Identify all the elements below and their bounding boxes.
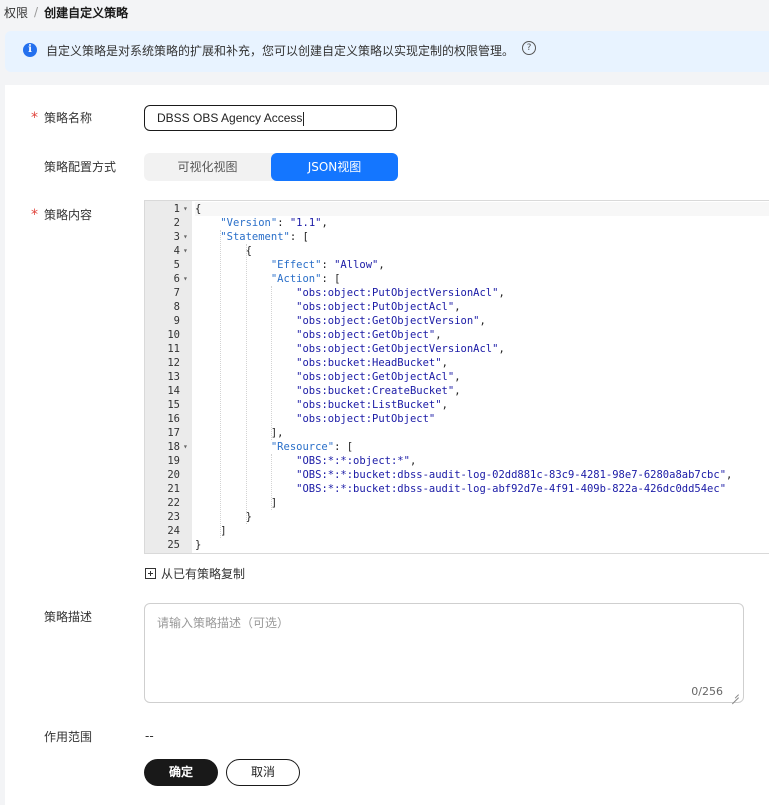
policy-content-label: * 策略内容 [31, 207, 93, 223]
code-line: "obs:object:GetObject", [296, 329, 442, 341]
line-number: 11 [167, 343, 180, 355]
line-number: 9 [173, 315, 180, 327]
line-number: 20 [167, 469, 180, 481]
indent-guide [270, 454, 272, 510]
line-number: 4 [173, 245, 180, 257]
fold-arrow-icon[interactable]: ▾ [183, 244, 191, 258]
fold-arrow-icon[interactable]: ▾ [183, 440, 191, 454]
code-line: "OBS:*:*:bucket:dbss-audit-log-abf92d7e-… [296, 483, 727, 495]
line-number: 24 [167, 525, 180, 537]
code-line: "obs:object:PutObjectVersionAcl", [296, 287, 505, 299]
breadcrumb-separator: / [34, 5, 39, 19]
policy-desc-textarea[interactable]: 请输入策略描述（可选） 0/256 [144, 603, 744, 703]
code-line: } [195, 511, 252, 523]
code-line: "Action": [ [270, 273, 341, 285]
line-number: 13 [167, 371, 180, 383]
policy-desc-label: 策略描述 [44, 610, 93, 624]
line-number: 2 [173, 217, 180, 229]
add-box-icon [145, 567, 156, 579]
code-line: "obs:bucket:HeadBucket", [296, 357, 448, 369]
line-number: 18 [167, 441, 180, 453]
line-number: 16 [167, 413, 180, 425]
line-number: 19 [167, 455, 180, 467]
scope-label: 作用范围 [44, 730, 93, 744]
line-number: 8 [173, 301, 180, 313]
code-line: "obs:bucket:ListBucket", [296, 399, 448, 411]
indent-guide [270, 286, 272, 440]
tab-visual-view[interactable]: 可视化视图 [144, 153, 271, 181]
code-line: "obs:object:PutObjectAcl", [296, 301, 461, 313]
line-number: 15 [167, 399, 180, 411]
fold-arrow-icon[interactable]: ▾ [183, 272, 191, 286]
line-number: 22 [167, 497, 180, 509]
required-mark: * [31, 207, 38, 223]
code-line: "OBS:*:*:bucket:dbss-audit-log-02dd881c-… [296, 469, 733, 481]
indent-guide [220, 230, 222, 538]
char-count: 0/256 [691, 685, 723, 698]
code-line: "obs:object:GetObjectAcl", [296, 371, 461, 383]
breadcrumb-parent[interactable]: 权限 [4, 4, 28, 21]
line-number: 6 [173, 273, 180, 285]
copy-from-existing-policy-link[interactable]: 从已有策略复制 [145, 565, 245, 581]
info-icon: i [23, 43, 37, 57]
config-mode-toggle: 可视化视图 JSON视图 [144, 153, 398, 181]
code-line: "Effect": "Allow", [270, 259, 385, 271]
policy-name-value: DBSS OBS Agency Access [157, 111, 303, 125]
copy-from-existing-label: 从已有策略复制 [161, 566, 246, 581]
code-line: ] [195, 497, 278, 509]
line-number: 5 [173, 259, 180, 271]
policy-name-label: * 策略名称 [31, 110, 93, 126]
code-line: "Statement": [ [220, 231, 309, 243]
help-icon[interactable]: ? [522, 41, 536, 55]
code-line: ] [195, 525, 227, 537]
editor-gutter: 1 ▾ 2 3 ▾ 4 ▾ 5 6 ▾ 7 8 9 10 11 12 13 14 15 16 17 18 ▾ 19 20 21 22… [145, 201, 192, 553]
resize-handle-icon[interactable] [731, 690, 739, 698]
info-banner-text: 自定义策略是对系统策略的扩展和补充，您可以创建自定义策略以实现定制的权限管理。 [46, 44, 515, 58]
line-number: 14 [167, 385, 180, 397]
line-number: 25 [167, 539, 180, 551]
code-line: { [195, 245, 252, 257]
code-line: "obs:object:GetObjectVersion", [296, 315, 486, 327]
line-number: 23 [167, 511, 180, 523]
info-banner: i 自定义策略是对系统策略的扩展和补充，您可以创建自定义策略以实现定制的权限管理… [5, 31, 769, 72]
code-line: "Resource": [ [270, 441, 354, 453]
cancel-button[interactable]: 取消 [226, 759, 300, 786]
code-line: { [195, 202, 769, 216]
fold-arrow-icon[interactable]: ▾ [183, 202, 191, 216]
json-editor[interactable]: 1 ▾ 2 3 ▾ 4 ▾ 5 6 ▾ 7 8 9 10 11 12 13 14 15 16 17 18 ▾ 19 20 21 22… [144, 200, 769, 554]
config-mode-label: 策略配置方式 [44, 160, 117, 174]
code-line: } [195, 539, 202, 551]
code-line: "Version": "1.1", [220, 217, 328, 229]
indent-guide [245, 244, 247, 524]
editor-code[interactable]: { "Version": "1.1", "Statement": [ { "Ef… [193, 201, 769, 553]
line-number: 1 [173, 203, 180, 215]
line-number: 17 [167, 427, 180, 439]
code-line: "obs:bucket:CreateBucket", [296, 385, 461, 397]
code-line: "obs:object:GetObjectVersionAcl", [296, 343, 505, 355]
scope-value: -- [145, 729, 154, 743]
confirm-button[interactable]: 确定 [144, 759, 218, 786]
line-number: 12 [167, 357, 180, 369]
line-number: 3 [173, 231, 180, 243]
required-mark: * [31, 110, 38, 126]
policy-name-input[interactable]: DBSS OBS Agency Access [144, 105, 397, 131]
tab-json-view[interactable]: JSON视图 [271, 153, 398, 181]
line-number: 10 [167, 329, 180, 341]
page-title: 创建自定义策略 [44, 5, 129, 20]
line-number: 21 [167, 483, 180, 495]
policy-desc-placeholder: 请输入策略描述（可选） [157, 616, 290, 630]
fold-arrow-icon[interactable]: ▾ [183, 230, 191, 244]
breadcrumb: 权限 / 创建自定义策略 [4, 0, 128, 24]
line-number: 7 [173, 287, 180, 299]
code-line: "obs:object:PutObject" [296, 413, 436, 425]
code-line: "OBS:*:*:object:*", [296, 455, 417, 467]
